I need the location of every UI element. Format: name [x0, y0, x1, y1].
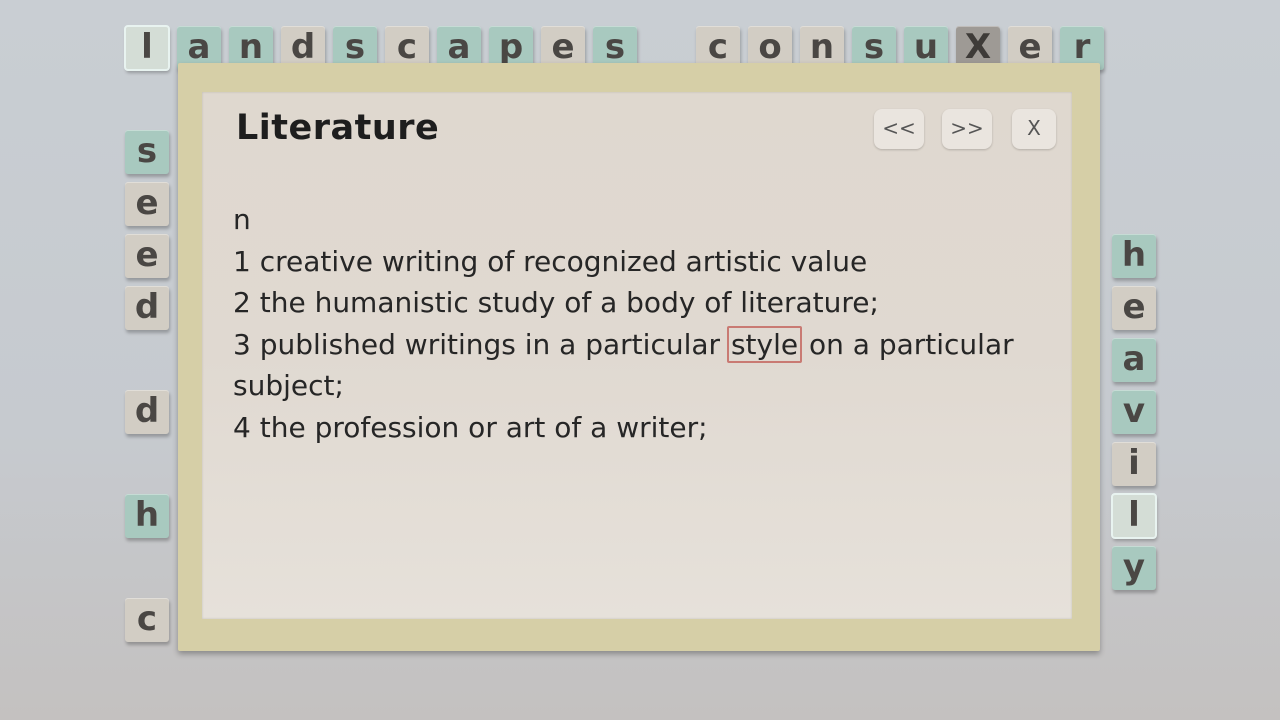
letter-tile[interactable]: d [125, 286, 169, 330]
definition-item: 2 the humanistic study of a body of lite… [233, 286, 879, 319]
prev-button[interactable]: << [874, 109, 924, 149]
letter-tile[interactable]: e [1112, 286, 1156, 330]
letter-tile[interactable]: l [124, 25, 170, 71]
definition-item: 1 creative writing of recognized artisti… [233, 244, 868, 278]
dialog-title: Literature [236, 108, 440, 148]
letter-tile[interactable]: e [125, 182, 169, 226]
letter-tile[interactable]: y [1112, 546, 1156, 590]
word-link-style[interactable]: style [726, 325, 803, 363]
definition-item: 3 published writings in a particular sty… [233, 324, 1053, 407]
letter-tile[interactable]: h [125, 494, 169, 538]
letter-tile[interactable]: e [125, 234, 169, 278]
letter-tile[interactable]: i [1112, 442, 1156, 486]
letter-tile[interactable]: s [125, 130, 169, 174]
part-of-speech: n [233, 203, 251, 236]
letter-tile[interactable]: v [1112, 390, 1156, 434]
letter-tile[interactable]: c [125, 598, 169, 642]
definition-item: 4 the profession or art of a writer; [233, 410, 708, 444]
letter-tile[interactable]: h [1112, 234, 1156, 278]
definition-text: 3 published writings in a particular [233, 327, 729, 361]
letter-tile[interactable]: d [125, 390, 169, 434]
next-button[interactable]: >> [942, 109, 992, 149]
definition-body: n 1 creative writing of recognized artis… [233, 199, 1053, 448]
letter-tile[interactable]: l [1111, 493, 1157, 539]
close-button[interactable]: X [1012, 109, 1056, 149]
letter-tile[interactable]: a [1112, 338, 1156, 382]
